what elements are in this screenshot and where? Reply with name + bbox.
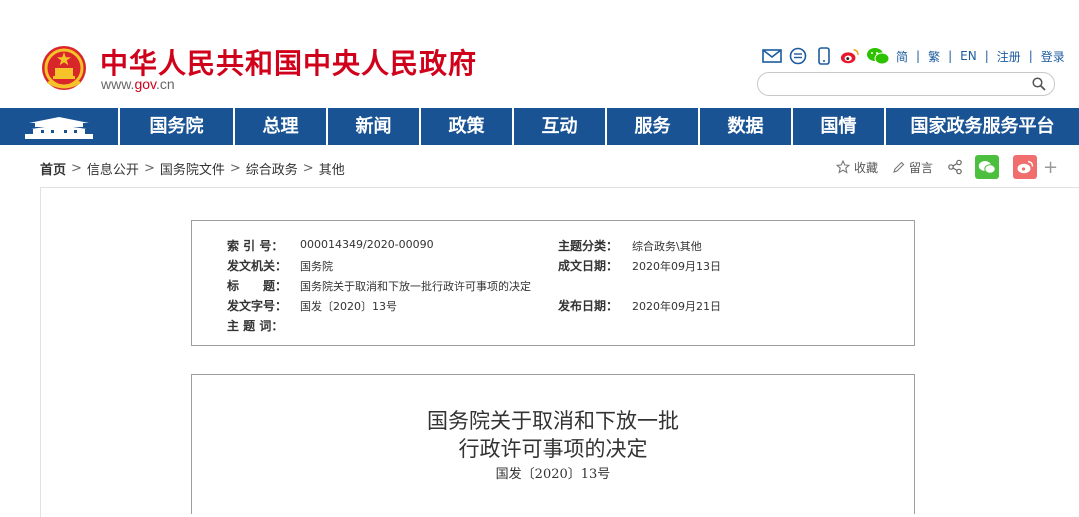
nav-item-data[interactable]: 数据: [698, 108, 791, 145]
breadcrumb-general-affairs[interactable]: 综合政务: [246, 159, 298, 178]
nav-item-state-council[interactable]: 国务院: [118, 108, 233, 145]
weibo-share-icon[interactable]: [1013, 155, 1038, 179]
site-url[interactable]: www.gov.cn: [101, 76, 175, 92]
nav-item-news[interactable]: 新闻: [326, 108, 419, 145]
register-link[interactable]: 注册: [997, 48, 1021, 65]
url-suffix: .cn: [156, 76, 175, 92]
nav-item-national-info[interactable]: 国情: [791, 108, 884, 145]
star-icon: [836, 160, 850, 174]
weibo-icon[interactable]: [840, 47, 860, 65]
divider: |: [948, 49, 953, 63]
doc-number-value: 国发〔2020〕13号: [300, 300, 397, 313]
breadcrumb-state-council-docs[interactable]: 国务院文件: [160, 159, 225, 178]
main-nav: 国务院 总理 新闻 政策 互动 服务 数据 国情 国家政务服务平台: [0, 108, 1079, 145]
document-title-line2: 行政许可事项的决定: [458, 437, 648, 461]
site-header: 中华人民共和国中央人民政府 www.gov.cn 简 | 繁 | EN | 注册…: [0, 0, 1079, 108]
publish-date-label: 发布日期：: [558, 299, 619, 313]
english-link[interactable]: EN: [960, 49, 977, 63]
breadcrumb-separator: >: [302, 161, 314, 176]
topic-label: 主题分类：: [558, 239, 619, 253]
page-tools: 收藏 留言 +: [836, 155, 1058, 179]
divider: |: [916, 49, 921, 63]
breadcrumb-separator: >: [71, 161, 82, 176]
divider: |: [1028, 49, 1033, 63]
search-input[interactable]: [768, 75, 1028, 93]
pencil-icon: [892, 161, 905, 174]
comment-label: 留言: [909, 160, 934, 175]
share-icon[interactable]: [947, 159, 963, 175]
tiananmen-icon: [25, 116, 93, 139]
simplified-chinese-link[interactable]: 简: [896, 48, 908, 65]
divider: |: [984, 49, 989, 63]
nav-home-tiananmen[interactable]: [0, 108, 118, 145]
url-prefix: www.: [101, 76, 135, 92]
nav-item-policy[interactable]: 政策: [419, 108, 512, 145]
breadcrumb-other[interactable]: 其他: [319, 159, 345, 178]
title-value: 国务院关于取消和下放一批行政许可事项的决定: [300, 280, 531, 293]
breadcrumb-bar: 首页 > 信息公开 > 国务院文件 > 综合政务 > 其他 收藏 留言 +: [0, 145, 1079, 187]
topic-value: 综合政务\其他: [632, 240, 702, 253]
search-box: [757, 72, 1055, 96]
written-date-value: 2020年09月13日: [632, 260, 721, 273]
traditional-chinese-link[interactable]: 繁: [928, 48, 940, 65]
breadcrumb-home[interactable]: 首页: [40, 159, 66, 178]
mail-icon[interactable]: [762, 47, 782, 65]
doc-number-label: 发文字号：: [227, 299, 288, 313]
keywords-label: 主 题 词：: [227, 319, 284, 333]
nav-item-gov-service-platform[interactable]: 国家政务服务平台: [884, 108, 1079, 145]
more-share-icon[interactable]: +: [1043, 157, 1058, 178]
document-title-line1: 国务院关于取消和下放一批: [427, 409, 679, 433]
nav-item-interaction[interactable]: 互动: [512, 108, 605, 145]
written-date-label: 成文日期：: [558, 259, 619, 273]
breadcrumb-separator: >: [143, 161, 155, 176]
issuer-label: 发文机关：: [227, 259, 288, 273]
breadcrumb-info-disclosure[interactable]: 信息公开: [87, 159, 139, 178]
publish-date-value: 2020年09月21日: [632, 300, 721, 313]
favorite-button[interactable]: 收藏: [836, 159, 878, 176]
document-metadata: 索 引 号： 000014349/2020-00090 主题分类： 综合政务\其…: [191, 220, 915, 346]
wechat-share-icon[interactable]: [975, 155, 1000, 179]
breadcrumb-separator: >: [229, 161, 241, 176]
national-emblem-icon[interactable]: [40, 44, 88, 92]
title-label: 标 题：: [227, 279, 288, 293]
index-value: 000014349/2020-00090: [300, 238, 434, 251]
chat-bubble-icon[interactable]: [788, 47, 808, 65]
top-toolbar: 简 | 繁 | EN | 注册 | 登录: [762, 46, 1065, 66]
wechat-icon[interactable]: [866, 47, 890, 65]
search-icon[interactable]: [1032, 77, 1046, 91]
breadcrumb: 首页 > 信息公开 > 国务院文件 > 综合政务 > 其他: [40, 159, 345, 178]
nav-item-premier[interactable]: 总理: [233, 108, 326, 145]
comment-button[interactable]: 留言: [892, 159, 933, 176]
document-body: 国务院关于取消和下放一批 行政许可事项的决定 国发〔2020〕13号: [191, 374, 915, 514]
issuer-value: 国务院: [300, 260, 333, 273]
url-gov: gov: [134, 76, 156, 92]
mobile-icon[interactable]: [814, 47, 834, 65]
index-label: 索 引 号：: [227, 239, 284, 253]
login-link[interactable]: 登录: [1041, 48, 1065, 65]
favorite-label: 收藏: [854, 160, 879, 175]
document-number: 国发〔2020〕13号: [495, 467, 611, 482]
nav-item-service[interactable]: 服务: [605, 108, 698, 145]
